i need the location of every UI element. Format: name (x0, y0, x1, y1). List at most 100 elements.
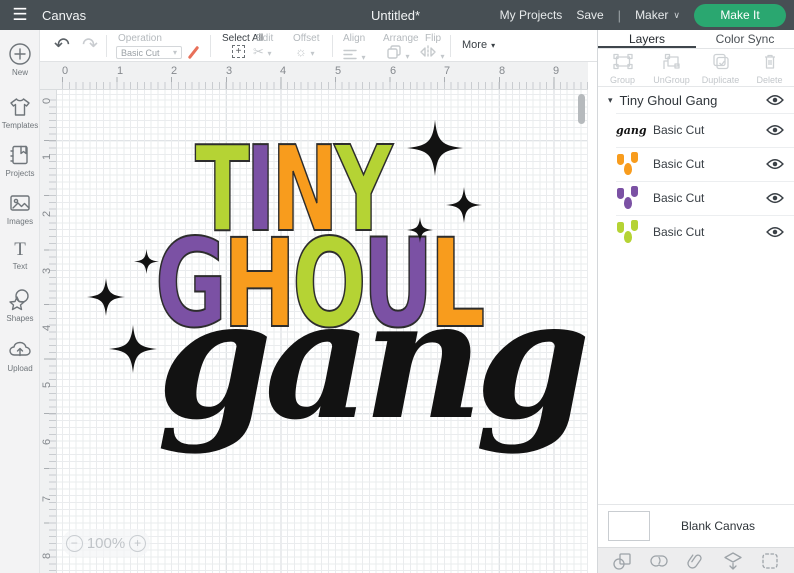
undo-icon[interactable]: ↶ (54, 36, 70, 55)
sparkle-icon[interactable] (87, 278, 125, 316)
more-button[interactable]: More ▾ (462, 39, 495, 51)
slice-icon[interactable] (611, 551, 633, 571)
sidebar-item-templates[interactable]: Templates (0, 95, 40, 130)
delete-button[interactable]: Delete (745, 49, 794, 86)
align-icon[interactable]: ▾ (343, 47, 365, 65)
layer-row[interactable]: Basic Cut (598, 215, 794, 249)
flatten-icon[interactable] (722, 551, 744, 571)
arrange-label: Arrange (383, 33, 419, 44)
canvas-scrollbar[interactable] (578, 94, 585, 124)
visibility-eye-icon[interactable] (766, 192, 784, 204)
blank-canvas-row[interactable]: Blank Canvas (598, 505, 794, 547)
sidebar-label: Upload (7, 364, 33, 373)
visibility-eye-icon[interactable] (766, 124, 784, 136)
contour-icon[interactable] (759, 551, 781, 571)
layer-row[interactable]: Basic Cut (598, 147, 794, 181)
make-it-button[interactable]: Make It (694, 3, 786, 27)
tab-color-sync[interactable]: Color Sync (696, 30, 794, 48)
duplicate-button[interactable]: Duplicate (696, 49, 745, 86)
visibility-eye-icon[interactable] (766, 226, 784, 238)
sparkle-icon[interactable] (446, 185, 482, 225)
sidebar-item-projects[interactable]: Projects (0, 143, 40, 178)
chevron-down-icon: ∨ (673, 9, 680, 20)
sidebar-item-upload[interactable]: Upload (0, 338, 40, 373)
sidebar-item-new[interactable]: New (0, 42, 40, 77)
ruler-tick-label: 2 (41, 210, 53, 217)
ruler-tick-label: 0 (41, 97, 53, 104)
sun-glyph: ☼ (295, 44, 307, 59)
ungroup-icon (662, 53, 680, 69)
zoom-control: − 100% + (62, 529, 150, 557)
flip-icon[interactable]: ▾ (420, 45, 444, 64)
sparkle-icon[interactable] (407, 217, 433, 243)
ruler-tick-label: 3 (226, 65, 233, 77)
design-word-gang[interactable]: gang (157, 277, 588, 442)
caret-down-icon: ▾ (361, 53, 366, 62)
left-sidebar: New Templates Projects Images T Text Sha… (0, 30, 40, 573)
ruler-tick-label: 8 (499, 65, 506, 77)
layer-row[interactable]: Basic Cut (598, 181, 794, 215)
plus-circle-icon (9, 43, 31, 65)
flip-label: Flip (425, 33, 442, 44)
sidebar-item-text[interactable]: T Text (0, 239, 40, 272)
layer-group-header[interactable]: ▾ Tiny Ghoul Gang (598, 87, 794, 113)
text-icon: T (14, 239, 26, 260)
attach-icon[interactable] (685, 551, 707, 571)
shapes-star-icon (9, 289, 29, 311)
arrange-icon[interactable]: ▾ (387, 45, 409, 64)
weld-icon[interactable] (648, 551, 670, 571)
color-swatch-slash[interactable] (187, 45, 200, 60)
document-title[interactable]: Untitled* (371, 8, 420, 23)
offset-label: Offset (293, 33, 320, 44)
layer-row[interactable]: gang Basic Cut (598, 113, 794, 147)
zoom-out-button[interactable]: − (65, 534, 83, 552)
offset-icon[interactable]: ☼ ▾ (295, 44, 315, 59)
machine-select[interactable]: Maker ∨ (635, 8, 680, 22)
action-label: Duplicate (701, 75, 740, 85)
sidebar-item-images[interactable]: Images (0, 191, 40, 226)
visibility-eye-icon[interactable] (766, 158, 784, 170)
sparkle-icon[interactable] (134, 249, 159, 274)
menu-icon[interactable]: ☰ (0, 5, 40, 25)
more-label: More (462, 39, 488, 51)
ruler-tick-label: 0 (62, 65, 69, 77)
ungroup-button[interactable]: UnGroup (647, 49, 696, 86)
sparkle-icon[interactable] (109, 323, 157, 375)
ruler-tick-label: 1 (41, 153, 53, 160)
layers-panel: Layers Color Sync Group UnGroup Duplicat… (597, 30, 794, 573)
ruler-tick-label: 3 (41, 267, 53, 274)
ruler-tick-label: 1 (117, 65, 124, 77)
caret-down-icon: ▾ (405, 52, 410, 61)
ruler-tick-label: 8 (41, 552, 53, 559)
canvas-color-swatch[interactable] (608, 511, 650, 541)
visibility-eye-icon[interactable] (766, 94, 784, 106)
save-link[interactable]: Save (576, 8, 603, 22)
redo-icon[interactable]: ↷ (82, 36, 98, 55)
sparkle-icon[interactable] (407, 120, 463, 176)
sidebar-item-shapes[interactable]: Shapes (0, 288, 40, 323)
collapse-caret-icon[interactable]: ▾ (608, 95, 613, 106)
thumb-gang-text: gang (616, 124, 647, 137)
edit-scissors-icon[interactable]: ✂ ▾ (253, 44, 272, 60)
ruler-tick-label: 2 (171, 65, 178, 77)
design-canvas[interactable]: TINY GHOUL gang − 100% + (57, 90, 588, 573)
action-label: Delete (756, 75, 783, 85)
layer-label: Basic Cut (653, 123, 705, 137)
zoom-in-button[interactable]: + (129, 534, 147, 552)
machine-label: Maker (635, 8, 669, 22)
select-all-icon[interactable]: + (232, 45, 245, 58)
tab-layers[interactable]: Layers (598, 30, 696, 48)
caret-down-icon: ▾ (267, 49, 272, 58)
group-button[interactable]: Group (598, 49, 647, 86)
layer-thumbnail (615, 151, 645, 177)
layer-thumbnail (615, 219, 645, 245)
tshirt-icon (10, 98, 30, 116)
operation-label: Operation (118, 33, 162, 44)
upload-cloud-icon (9, 341, 31, 357)
operation-select[interactable]: Basic Cut ▾ (116, 46, 182, 59)
edit-toolbar: ↶ ↷ Operation Basic Cut ▾ Select All + E… (40, 30, 597, 62)
notebook-icon (10, 145, 28, 165)
group-icon (612, 53, 633, 70)
my-projects-link[interactable]: My Projects (500, 8, 563, 22)
action-label: UnGroup (653, 75, 690, 85)
